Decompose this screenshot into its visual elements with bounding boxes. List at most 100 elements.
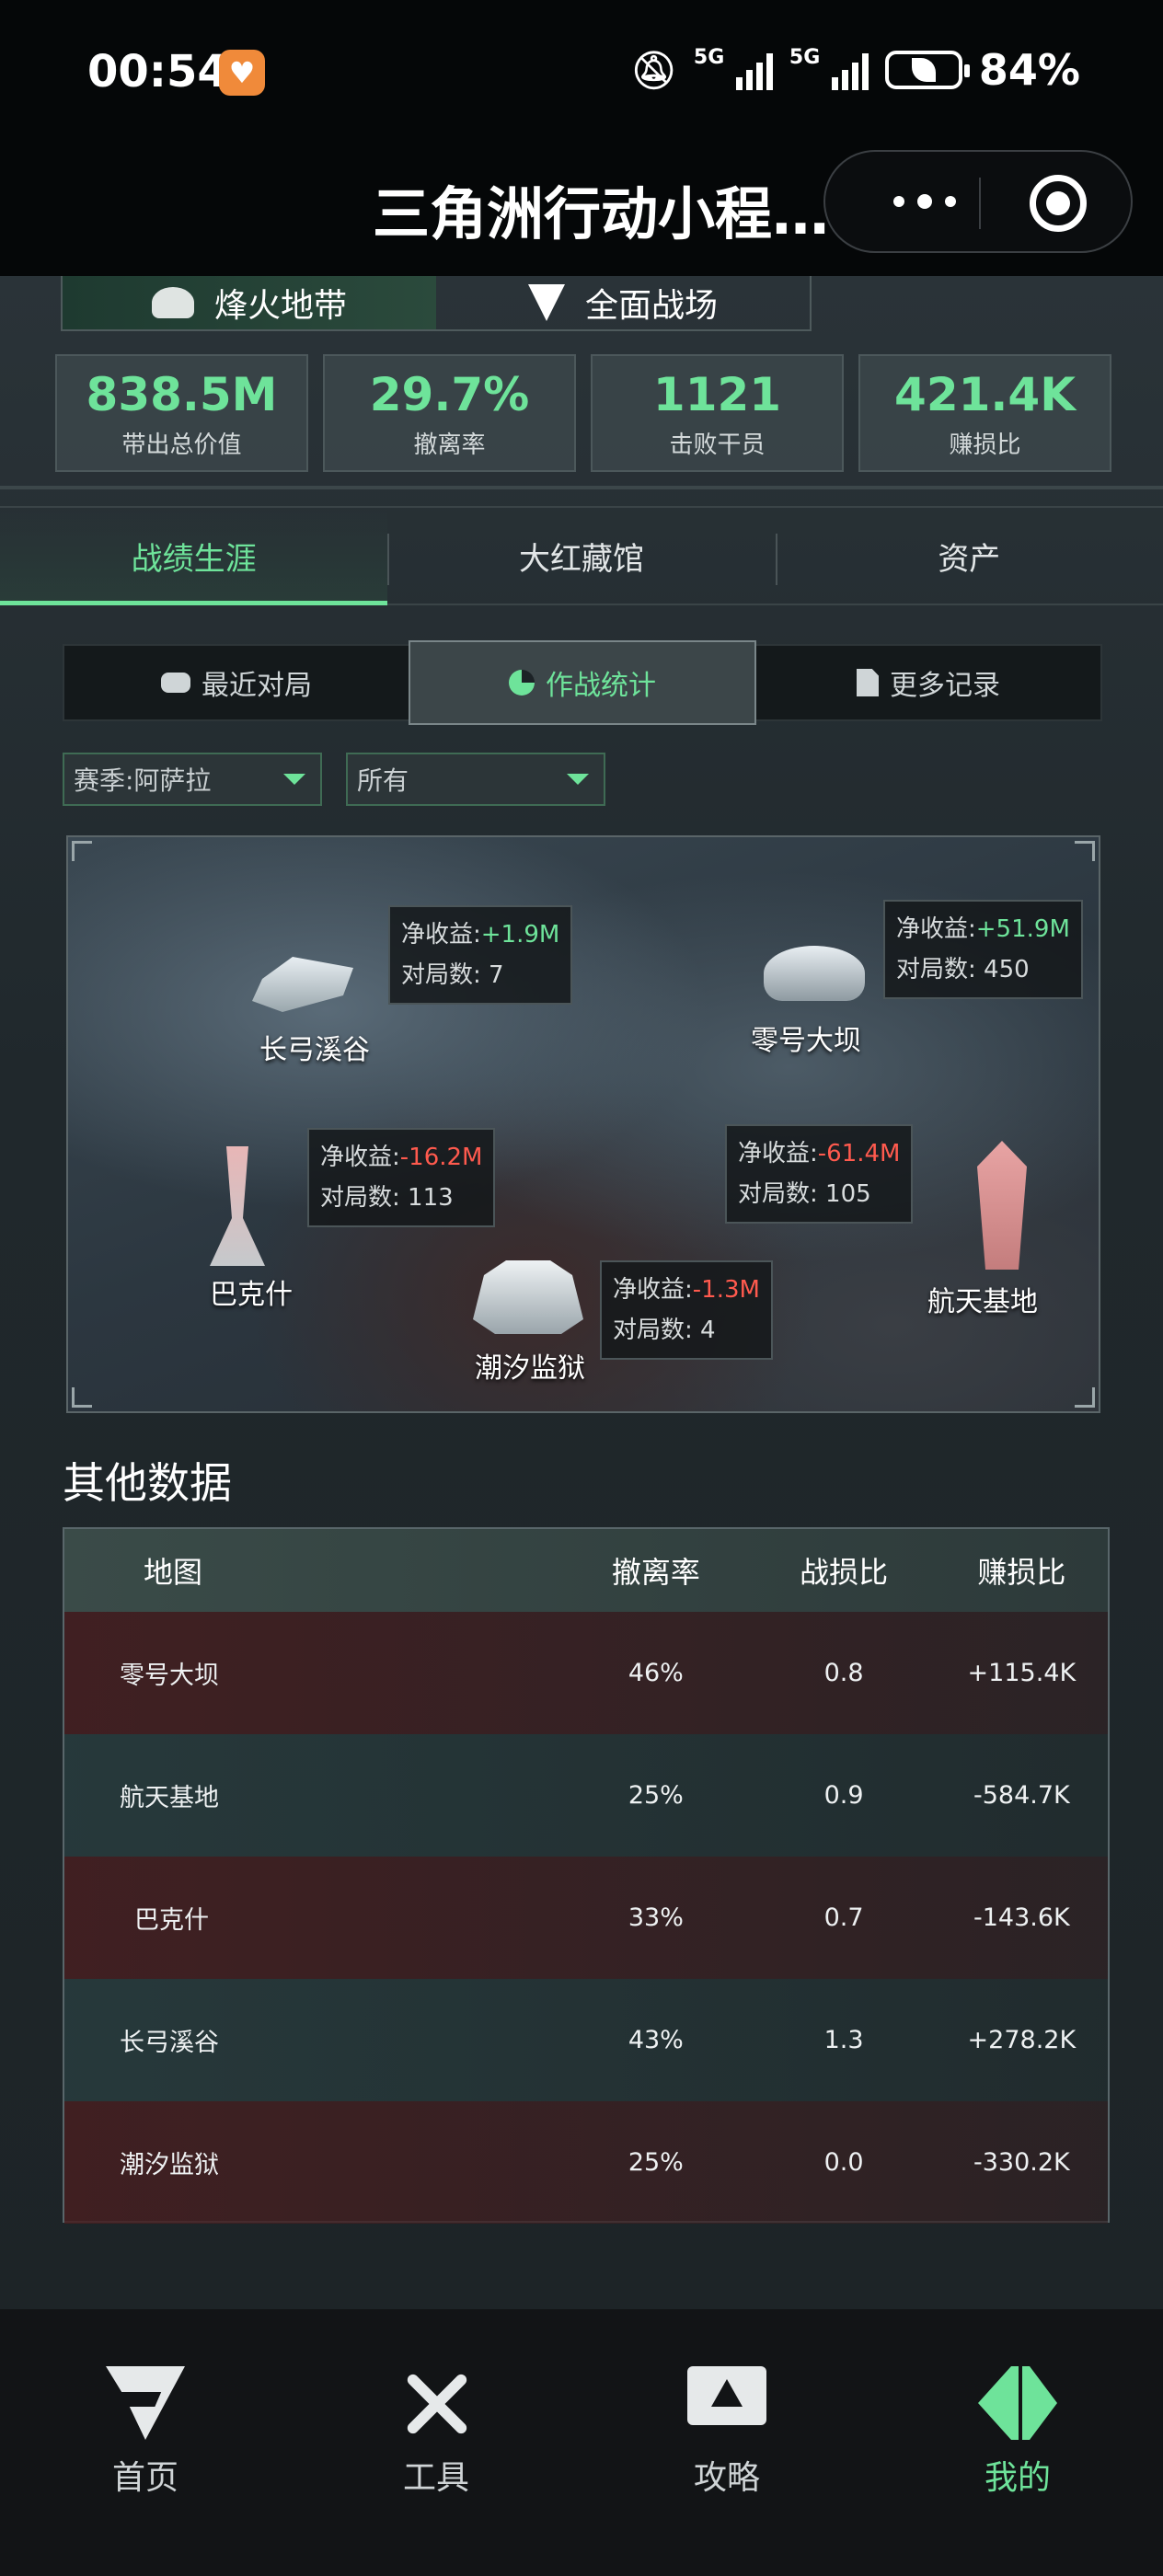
nav-guide[interactable]: 攻略 [582,2309,872,2576]
count-label: 对局数: [738,1180,818,1208]
map-point-name: 巴克什 [210,1279,293,1311]
nav-label: 工具 [402,2459,469,2497]
tab-label: 烽火地带 [213,287,347,325]
net-value: +51.9M [975,915,1070,943]
net-value: -1.3M [692,1276,760,1304]
net-label: 净收益: [401,921,481,949]
map-point-name: 航天基地 [927,1286,1038,1318]
cell-kd: 0.7 [823,1903,864,1932]
frame-corner [72,841,92,861]
table-header: 地图 撤离率 战损比 赚损比 [64,1529,1108,1612]
table-row: 零号大坝 46% 0.8 +115.4K [64,1612,1108,1734]
nav-tools[interactable]: 工具 [291,2309,582,2576]
dam-model-icon [764,946,865,1001]
net-value: -16.2M [399,1144,483,1171]
count-value: 450 [984,956,1030,983]
stat-card: 838.5M 带出总价值 [55,354,308,472]
map-stats-table: 地图 撤离率 战损比 赚损比 零号大坝 46% 0.8 +115.4K 航天基地… [63,1527,1110,2224]
net-label: 净收益: [613,1276,693,1304]
chevron-down-icon [567,774,589,785]
cell-profit: -584.7K [973,1781,1070,1810]
cell-kd: 1.3 [823,2026,864,2054]
tab-mode-1[interactable]: 全面战场 [436,276,810,329]
sub-tabs: 最近对局 作战统计 更多记录 [63,640,1102,725]
nav-label: 攻略 [693,2459,760,2497]
tab-collection[interactable]: 大红藏馆 [387,508,775,604]
map-overview: 长弓溪谷 净收益:+1.9M 对局数: 7 零号大坝 净收益:+51.9M 对局… [66,835,1100,1413]
cell-map: 潮汐监狱 [120,2151,219,2179]
cell-kd: 0.9 [823,1781,864,1810]
cell-kd: 0.8 [823,1659,864,1687]
count-label: 对局数: [401,961,481,989]
net-label: 净收益: [738,1140,818,1167]
tab-more-records[interactable]: 更多记录 [756,646,1100,719]
tab-label: 全面战场 [584,287,718,325]
cell-map: 长弓溪谷 [120,2029,219,2057]
map-point-info: 净收益:-1.3M 对局数: 4 [600,1260,773,1360]
career-tabs: 战绩生涯 大红藏馆 资产 [0,506,1163,605]
map-point-info: 净收益:+51.9M 对局数: 450 [883,900,1083,999]
net-label: 净收益: [320,1144,400,1171]
home-logo-icon [106,2366,185,2440]
pie-chart-icon [509,670,535,696]
nav-home[interactable]: 首页 [0,2309,291,2576]
sub-tab-label: 更多记录 [890,670,1000,702]
helmet-icon [151,287,194,318]
status-bar: 00:54 ♥ 🔕︎ 5G 5G 84% [0,0,1163,147]
divider [0,486,1163,489]
document-icon [857,669,879,696]
scope-value: 所有 [357,765,409,796]
count-label: 对局数: [320,1184,400,1212]
stat-value: 29.7% [369,368,530,421]
tab-assets[interactable]: 资产 [775,508,1163,604]
stats-row: 838.5M 带出总价值 29.7% 撤离率 1121 击败干员 421.4K … [55,354,1113,472]
valley-model-icon [252,957,353,1012]
count-label: 对局数: [896,956,976,983]
signal-icon-2: 5G [789,46,869,90]
table-row: 航天基地 25% 0.9 -584.7K [64,1734,1108,1857]
map-point-name: 长弓溪谷 [259,1034,370,1066]
net-value: -61.4M [817,1140,901,1167]
cell-map: 零号大坝 [120,1662,219,1690]
count-value: 113 [408,1184,454,1212]
stat-card: 421.4K 赚损比 [858,354,1111,472]
filters: 赛季:阿萨拉 所有 [63,753,605,806]
tab-mode-0[interactable]: 烽火地带 [63,276,436,329]
tab-recent-matches[interactable]: 最近对局 [64,646,409,719]
cell-map: 航天基地 [120,1784,219,1812]
main-content: 烽火地带 全面战场 838.5M 带出总价值 29.7% 撤离率 1121 击败… [0,276,1163,2309]
cell-map: 巴克什 [134,1906,209,1935]
gamepad-icon [161,673,190,693]
stat-card: 29.7% 撤离率 [323,354,576,472]
frame-corner [1075,1387,1095,1408]
table-row: 长弓溪谷 43% 1.3 +278.2K [64,1979,1108,2101]
tab-combat-stats[interactable]: 作战统计 [409,640,756,725]
title-bar: 三角洲行动小程… [0,147,1163,276]
net-value: +1.9M [480,921,560,949]
cell-profit: -143.6K [973,1903,1070,1932]
mode-tabs: 烽火地带 全面战场 [61,276,812,331]
stat-value: 421.4K [894,368,1076,421]
cell-profit: -330.2K [973,2148,1070,2177]
cell-profit: +115.4K [967,1659,1077,1687]
nav-label: 我的 [984,2459,1051,2497]
close-target-icon[interactable] [1030,175,1087,232]
more-icon[interactable] [869,181,980,222]
count-value: 105 [825,1180,871,1208]
map-point-name: 潮汐监狱 [475,1352,585,1385]
capsule-divider [979,178,981,229]
season-select[interactable]: 赛季:阿萨拉 [63,753,322,806]
header-profit: 赚损比 [977,1555,1066,1590]
cell-extract: 25% [628,1781,684,1810]
battery-percent: 84% [978,45,1080,95]
sub-tab-label: 最近对局 [202,670,312,702]
header-kd: 战损比 [800,1555,889,1590]
tab-career[interactable]: 战绩生涯 [0,508,388,605]
scope-select[interactable]: 所有 [346,753,605,806]
cell-extract: 33% [628,1903,684,1932]
nav-me[interactable]: 我的 [872,2309,1163,2576]
cell-profit: +278.2K [967,2026,1077,2054]
chevron-down-icon [283,774,305,785]
count-label: 对局数: [613,1317,693,1344]
map-point-info: 净收益:-61.4M 对局数: 105 [725,1124,914,1224]
